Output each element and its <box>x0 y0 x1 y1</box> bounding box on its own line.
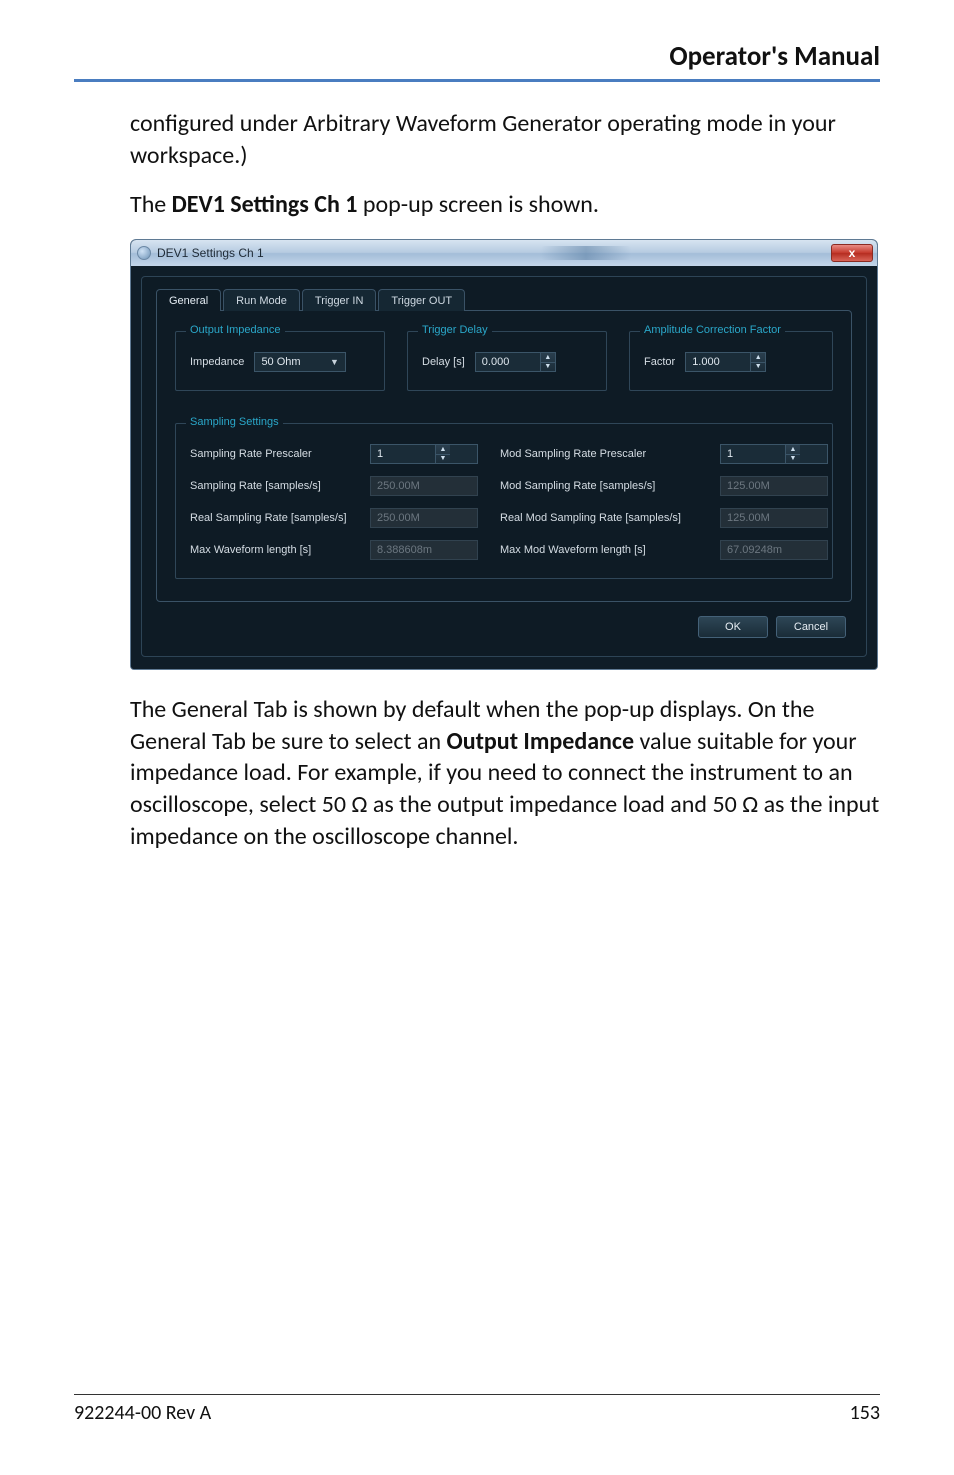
delay-spinner[interactable]: ▲▼ <box>475 352 556 372</box>
titlebar-decoration <box>541 246 631 260</box>
factor-spinner-arrows[interactable]: ▲▼ <box>750 353 765 371</box>
group-amplitude-correction-title: Amplitude Correction Factor <box>640 324 785 336</box>
close-icon: x <box>849 246 856 260</box>
factor-spinner[interactable]: ▲▼ <box>685 352 766 372</box>
sampling-rate-prescaler-spinner[interactable]: ▲▼ <box>370 444 478 464</box>
group-sampling-settings: Sampling Settings Sampling Rate Prescale… <box>175 423 833 579</box>
window-title: DEV1 Settings Ch 1 <box>157 246 264 260</box>
arrow-down-icon: ▼ <box>751 363 765 372</box>
arrow-down-icon: ▼ <box>541 363 555 372</box>
tab-trigger-in[interactable]: Trigger IN <box>302 289 377 311</box>
max-mod-waveform-length-value: 67.09248m <box>720 540 828 560</box>
sampling-grid: Sampling Rate Prescaler ▲▼ Mod Sampling … <box>190 444 818 560</box>
chevron-down-icon: ▼ <box>327 355 341 369</box>
group-output-impedance-title: Output Impedance <box>186 324 285 336</box>
arrow-up-icon: ▲ <box>786 445 800 455</box>
group-amplitude-correction: Amplitude Correction Factor Factor ▲▼ <box>629 331 833 391</box>
dialog-button-bar: OK Cancel <box>156 602 852 640</box>
arrow-down-icon: ▼ <box>436 455 450 464</box>
window-body: General Run Mode Trigger IN Trigger OUT … <box>131 266 877 669</box>
tab-trigger-out[interactable]: Trigger OUT <box>378 289 465 311</box>
page-header: Operator's Manual <box>74 40 880 82</box>
max-mod-waveform-length-label: Max Mod Waveform length [s] <box>500 544 710 556</box>
sampling-rate-prescaler-label: Sampling Rate Prescaler <box>190 448 360 460</box>
top-groups-row: Output Impedance Impedance 50 Ohm ▼ Trig… <box>175 331 833 391</box>
impedance-dropdown[interactable]: 50 Ohm ▼ <box>254 352 346 372</box>
footer-page-number: 153 <box>850 1401 880 1425</box>
mod-sampling-rate-prescaler-label: Mod Sampling Rate Prescaler <box>500 448 710 460</box>
spinner-arrows[interactable]: ▲▼ <box>435 445 450 463</box>
group-sampling-title: Sampling Settings <box>186 416 283 428</box>
real-mod-sampling-rate-value: 125.00M <box>720 508 828 528</box>
settings-window: DEV1 Settings Ch 1 x General Run Mode Tr… <box>130 239 878 670</box>
paragraph-2-bold: DEV1 Settings Ch 1 <box>172 190 358 219</box>
spinner-arrows[interactable]: ▲▼ <box>785 445 800 463</box>
arrow-up-icon: ▲ <box>436 445 450 455</box>
paragraph-3-bold: Output Impedance <box>447 727 635 756</box>
delay-spinner-arrows[interactable]: ▲▼ <box>540 353 555 371</box>
delay-label: Delay [s] <box>422 356 465 368</box>
app-icon <box>137 246 151 260</box>
page-footer: 922244-00 Rev A 153 <box>74 1394 880 1425</box>
real-mod-sampling-rate-label: Real Mod Sampling Rate [samples/s] <box>500 512 710 524</box>
real-sampling-rate-value: 250.00M <box>370 508 478 528</box>
factor-label: Factor <box>644 356 675 368</box>
mod-sampling-rate-label: Mod Sampling Rate [samples/s] <box>500 480 710 492</box>
mod-sampling-rate-prescaler-input[interactable] <box>721 445 785 463</box>
arrow-up-icon: ▲ <box>751 353 765 363</box>
close-button[interactable]: x <box>831 244 873 262</box>
footer-doc-id: 922244-00 Rev A <box>74 1401 211 1425</box>
tab-general[interactable]: General <box>156 289 221 311</box>
tab-strip: General Run Mode Trigger IN Trigger OUT <box>156 289 852 311</box>
impedance-value: 50 Ohm <box>261 356 300 368</box>
dialog-screenshot: DEV1 Settings Ch 1 x General Run Mode Tr… <box>130 239 880 670</box>
max-waveform-length-label: Max Waveform length [s] <box>190 544 360 556</box>
delay-input[interactable] <box>476 353 540 371</box>
impedance-label: Impedance <box>190 356 244 368</box>
ok-button[interactable]: OK <box>698 616 768 638</box>
mod-sampling-rate-prescaler-spinner[interactable]: ▲▼ <box>720 444 828 464</box>
max-waveform-length-value: 8.388608m <box>370 540 478 560</box>
paragraph-2: The DEV1 Settings Ch 1 pop-up screen is … <box>130 189 880 221</box>
factor-input[interactable] <box>686 353 750 371</box>
sampling-rate-value: 250.00M <box>370 476 478 496</box>
sampling-rate-prescaler-input[interactable] <box>371 445 435 463</box>
tab-run-mode[interactable]: Run Mode <box>223 289 300 311</box>
paragraph-3: The General Tab is shown by default when… <box>130 694 880 852</box>
arrow-down-icon: ▼ <box>786 455 800 464</box>
window-titlebar: DEV1 Settings Ch 1 x <box>131 240 877 266</box>
outer-panel: General Run Mode Trigger IN Trigger OUT … <box>141 276 867 657</box>
tab-general-content: Output Impedance Impedance 50 Ohm ▼ Trig… <box>156 310 852 602</box>
arrow-up-icon: ▲ <box>541 353 555 363</box>
group-trigger-delay: Trigger Delay Delay [s] ▲▼ <box>407 331 607 391</box>
paragraph-2-post: pop-up screen is shown. <box>357 190 599 219</box>
cancel-button[interactable]: Cancel <box>776 616 846 638</box>
group-trigger-delay-title: Trigger Delay <box>418 324 492 336</box>
real-sampling-rate-label: Real Sampling Rate [samples/s] <box>190 512 360 524</box>
group-output-impedance: Output Impedance Impedance 50 Ohm ▼ <box>175 331 385 391</box>
paragraph-1: configured under Arbitrary Waveform Gene… <box>130 108 880 171</box>
mod-sampling-rate-value: 125.00M <box>720 476 828 496</box>
sampling-rate-label: Sampling Rate [samples/s] <box>190 480 360 492</box>
paragraph-2-pre: The <box>130 190 172 219</box>
